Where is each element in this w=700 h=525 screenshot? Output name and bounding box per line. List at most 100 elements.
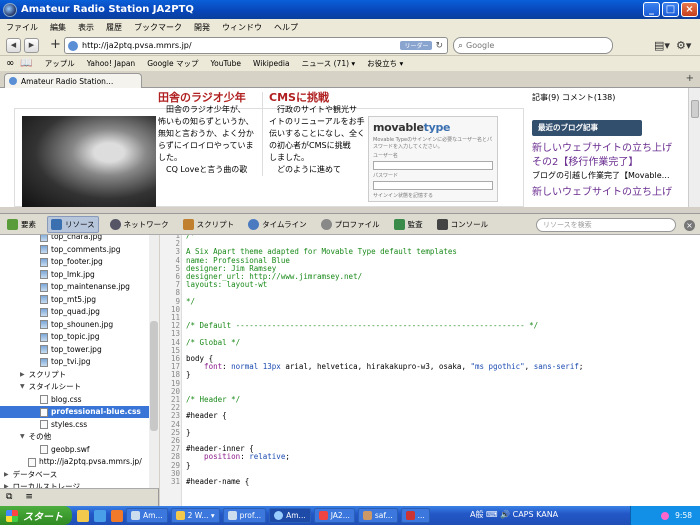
disclosure-open-icon[interactable]: ▼ — [20, 431, 25, 443]
menu-edit[interactable]: 編集 — [50, 22, 66, 33]
forward-button[interactable]: ▶ — [24, 38, 39, 53]
taskbar-item[interactable]: JA2... — [313, 508, 355, 523]
reader-button[interactable]: リーダー — [400, 41, 433, 50]
url-field[interactable]: http://ja2ptq.pvsa.mmrs.jp/ — [82, 41, 400, 50]
bookmark-yahoo[interactable]: Yahoo! Japan — [87, 59, 135, 68]
close-inspector-icon[interactable]: × — [684, 220, 695, 231]
source-view[interactable]: 1/* 2 3 A Six Apart theme adapted for Movab… — [160, 235, 700, 506]
tree-file[interactable]: top_chara.jpg — [0, 235, 149, 243]
tree-folder[interactable]: ▶ ローカルストレージ — [0, 481, 149, 488]
clock: 9:58 — [675, 511, 692, 520]
close-button[interactable]: × — [681, 2, 698, 17]
taskbar-item[interactable]: Am... — [126, 508, 168, 523]
dock-icon[interactable]: ⧉ — [6, 492, 12, 502]
tab-audits[interactable]: 監査 — [391, 217, 426, 232]
radio-boy-heading[interactable]: 田舎のラジオ少年 — [158, 92, 258, 104]
tray-icon[interactable] — [661, 511, 670, 520]
tree-file[interactable]: top_footer.jpg — [0, 256, 149, 268]
quicklaunch-browser-icon[interactable] — [94, 509, 106, 522]
disclosure-closed-icon[interactable]: ▶ — [4, 469, 9, 481]
windows-logo-icon — [6, 509, 18, 522]
tree-file[interactable]: top_quad.jpg — [0, 306, 149, 318]
minimize-button[interactable]: _ — [643, 2, 660, 17]
tree-file[interactable]: http://ja2ptq.pvsa.mmrs.jp/ — [0, 456, 149, 468]
menu-history[interactable]: 履歴 — [106, 22, 122, 33]
tree-file[interactable]: styles.css — [0, 419, 149, 431]
disclosure-closed-icon[interactable]: ▶ — [20, 369, 25, 381]
recent-post-link[interactable]: 新しいウェブサイトの立ち上げ — [532, 186, 688, 200]
tree-file[interactable]: professional-blue.css — [0, 406, 149, 418]
tab-network[interactable]: ネットワーク — [107, 217, 172, 232]
tree-file[interactable]: blog.css — [0, 394, 149, 406]
page-menu-icon[interactable]: ▤▾ — [654, 39, 670, 52]
ime-toolbar[interactable]: A般 ⌨ 🔊 CAPS KANA — [470, 509, 558, 520]
taskbar-item[interactable]: ... — [400, 508, 430, 523]
menu-bookmarks[interactable]: ブックマーク — [134, 22, 182, 33]
search-input[interactable] — [466, 41, 597, 50]
browser-tab[interactable]: Amateur Radio Station… — [4, 73, 142, 88]
code-token: #header-name { — [186, 477, 250, 486]
recent-post-link[interactable]: その2【移行作業完了】 — [532, 156, 688, 170]
resource-search-input[interactable]: リソースを検索 — [536, 218, 676, 232]
gear-icon[interactable]: ⚙▾ — [676, 39, 691, 52]
bookmark-useful[interactable]: お役立ち ▾ — [367, 58, 403, 69]
tree-file[interactable]: top_maintenanse.jpg — [0, 281, 149, 293]
tree-file[interactable]: top_topic.jpg — [0, 331, 149, 343]
tree-file[interactable]: geobp.swf — [0, 444, 149, 456]
tab-timeline[interactable]: タイムライン — [245, 217, 309, 232]
tree-folder[interactable]: ▶ データベース — [0, 469, 149, 481]
menu-file[interactable]: ファイル — [6, 22, 38, 33]
tree-file[interactable]: top_shounen.jpg — [0, 319, 149, 331]
address-bar[interactable]: http://ja2ptq.pvsa.mmrs.jp/ リーダー ↻ — [64, 37, 448, 54]
menu-window[interactable]: ウィンドウ — [222, 22, 262, 33]
cms-heading[interactable]: CMSに挑戦 — [269, 92, 366, 104]
window-titlebar[interactable]: Amateur Radio Station JA2PTQ _ □ × — [0, 0, 700, 19]
tree-folder[interactable]: ▼ その他 — [0, 431, 149, 443]
disclosure-closed-icon[interactable]: ▶ — [4, 481, 9, 488]
cms-text: しました。 — [269, 153, 309, 162]
quicklaunch-app-icon[interactable] — [111, 509, 123, 522]
bookmark-news[interactable]: ニュース (71) ▾ — [302, 58, 356, 69]
taskbar-item[interactable]: saf... — [357, 508, 398, 523]
taskbar-item[interactable]: prof... — [222, 508, 267, 523]
tree-file[interactable]: top_lmk.jpg — [0, 269, 149, 281]
menu-help[interactable]: ヘルプ — [274, 22, 298, 33]
tree-label: top_topic.jpg — [51, 332, 100, 341]
page-scroll-thumb[interactable] — [691, 100, 699, 118]
taskbar-item[interactable]: Am... — [269, 508, 311, 523]
bookmark-apple[interactable]: アップル — [45, 58, 75, 69]
tree-file[interactable]: top_tower.jpg — [0, 344, 149, 356]
back-button[interactable]: ◀ — [6, 38, 21, 53]
tree-scrollbar[interactable] — [149, 235, 159, 488]
search-bar[interactable]: ⌕ — [453, 37, 613, 54]
console-toggle-icon[interactable]: ≡ — [25, 492, 33, 502]
bookmarks-icon[interactable]: 📖 — [20, 58, 32, 69]
disclosure-open-icon[interactable]: ▼ — [20, 381, 25, 393]
tree-folder[interactable]: ▼ スタイルシート — [0, 381, 149, 393]
recent-post-link[interactable]: 新しいウェブサイトの立ち上げ — [532, 142, 688, 156]
bookmark-google-maps[interactable]: Google マップ — [147, 58, 198, 69]
tab-scripts[interactable]: スクリプト — [180, 217, 238, 232]
tab-profiles[interactable]: プロファイル — [318, 217, 383, 232]
tab-console[interactable]: コンソール — [434, 217, 492, 232]
menu-view[interactable]: 表示 — [78, 22, 94, 33]
reload-icon[interactable]: ↻ — [435, 41, 443, 51]
tab-resources[interactable]: リソース — [47, 215, 99, 233]
start-button[interactable]: スタート — [0, 506, 72, 525]
tree-file[interactable]: top_comments.jpg — [0, 244, 149, 256]
tab-elements[interactable]: 要素 — [4, 217, 39, 232]
bookmark-youtube[interactable]: YouTube — [211, 59, 242, 68]
tree-folder[interactable]: ▶ スクリプト — [0, 369, 149, 381]
taskbar-item[interactable]: 2 W... ▾ — [170, 508, 220, 523]
add-bookmark-icon[interactable]: + — [50, 37, 61, 52]
menu-develop[interactable]: 開発 — [194, 22, 210, 33]
new-tab-button[interactable]: + — [686, 73, 694, 84]
reading-list-icon[interactable]: ∞ — [6, 58, 14, 69]
page-scrollbar[interactable] — [688, 88, 700, 207]
tree-file[interactable]: top_tvi.jpg — [0, 356, 149, 368]
quicklaunch-folder-icon[interactable] — [77, 509, 89, 522]
tree-scroll-thumb[interactable] — [150, 321, 158, 431]
tree-file[interactable]: top_mt5.jpg — [0, 294, 149, 306]
maximize-button[interactable]: □ — [662, 2, 679, 17]
bookmark-wikipedia[interactable]: Wikipedia — [253, 59, 290, 68]
